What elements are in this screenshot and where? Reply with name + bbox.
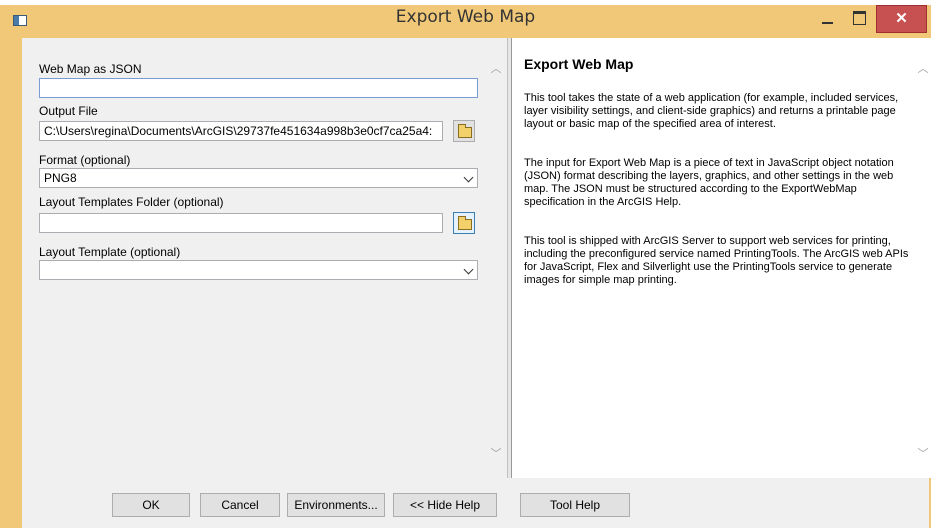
layout-template-select[interactable] <box>39 260 478 280</box>
help-paragraph: The input for Export Web Map is a piece … <box>524 157 894 208</box>
parameters-scrollbar[interactable]: ︿ ﹀ <box>486 38 507 478</box>
folder-icon <box>458 216 472 230</box>
chevron-down-icon <box>463 172 474 183</box>
web-map-json-input[interactable] <box>39 78 478 98</box>
title-bar-top-strip <box>0 0 931 5</box>
window-title: Export Web Map <box>395 7 536 27</box>
layout-template-label: Layout Template (optional) <box>39 245 181 259</box>
format-label: Format (optional) <box>39 153 131 167</box>
scroll-up-icon[interactable]: ︿ <box>917 63 929 75</box>
title-bar[interactable]: Export Web Map ✕ <box>0 0 931 38</box>
hide-help-button[interactable]: << Hide Help <box>393 493 497 517</box>
help-pane: Export Web Map This tool takes the state… <box>511 38 931 478</box>
chevron-down-icon <box>463 264 474 275</box>
format-select-value: PNG8 <box>44 171 77 185</box>
help-title: Export Web Map <box>524 56 634 72</box>
cancel-button[interactable]: Cancel <box>200 493 280 517</box>
layout-templates-folder-browse-button[interactable] <box>453 212 475 234</box>
folder-icon <box>458 124 472 138</box>
layout-templates-folder-input[interactable] <box>39 213 443 233</box>
parameters-pane: Web Map as JSON Output File C:\Users\reg… <box>22 38 507 478</box>
output-file-browse-button[interactable] <box>453 120 475 142</box>
output-file-input[interactable]: C:\Users\regina\Documents\ArcGIS\29737fe… <box>39 121 443 141</box>
help-paragraph: This tool is shipped with ArcGIS Server … <box>524 235 909 286</box>
ok-button[interactable]: OK <box>112 493 190 517</box>
window-frame-left <box>0 38 22 528</box>
environments-button[interactable]: Environments... <box>287 493 385 517</box>
layout-templates-folder-label: Layout Templates Folder (optional) <box>39 195 224 209</box>
format-select[interactable]: PNG8 <box>39 168 478 188</box>
minimize-button[interactable] <box>814 6 840 32</box>
scroll-down-icon[interactable]: ﹀ <box>917 448 929 460</box>
export-web-map-dialog: Export Web Map ✕ Web Map as JSON Output … <box>0 0 931 528</box>
web-map-json-label: Web Map as JSON <box>39 62 142 76</box>
help-paragraph: This tool takes the state of a web appli… <box>524 92 899 130</box>
maximize-button[interactable] <box>846 6 872 32</box>
tool-help-button[interactable]: Tool Help <box>520 493 630 517</box>
scroll-up-icon[interactable]: ︿ <box>490 63 502 75</box>
close-button[interactable]: ✕ <box>876 5 927 33</box>
output-file-label: Output File <box>39 104 98 118</box>
scroll-down-icon[interactable]: ﹀ <box>490 448 502 460</box>
